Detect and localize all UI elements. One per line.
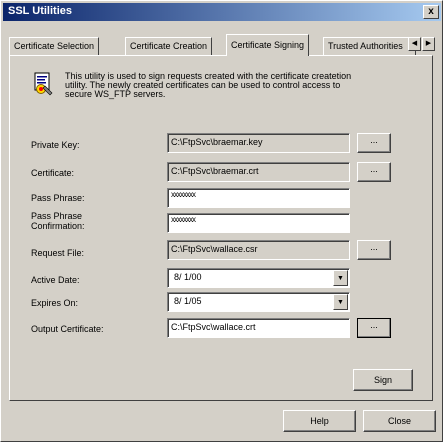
request-file-field: C:\FtpSvc\wallace.csr	[167, 240, 350, 260]
info-description: This utility is used to sign requests cr…	[65, 71, 352, 99]
help-button[interactable]: Help	[283, 410, 356, 432]
certificate-label: Certificate:	[31, 168, 75, 178]
active-date-label: Active Date:	[31, 275, 80, 285]
expires-on-select[interactable]: 8/ 1/05 ▼	[167, 292, 350, 312]
tab-trusted-authorities[interactable]: Trusted Authorities	[323, 37, 416, 55]
certificate-sign-icon	[34, 72, 53, 96]
pass-phrase-confirmation-label-line1: Pass Phrase	[31, 211, 83, 221]
active-date-select[interactable]: 8/ 1/00 ▼	[167, 268, 350, 288]
close-button[interactable]: Close	[363, 410, 436, 432]
private-key-field: C:\FtpSvc\braemar.key	[167, 133, 350, 153]
pass-phrase-confirmation-label: Pass Phrase Confirmation:	[31, 211, 85, 231]
request-file-label: Request File:	[31, 248, 85, 258]
window-title: SSL Utilities	[8, 5, 72, 17]
private-key-browse-button[interactable]: ...	[357, 133, 391, 153]
pass-phrase-label: Pass Phrase:	[31, 193, 85, 203]
pass-phrase-input[interactable]: xxxxxxxx	[167, 188, 350, 208]
tab-certificate-signing[interactable]: Certificate Signing	[226, 34, 310, 56]
close-icon[interactable]: x	[423, 5, 439, 19]
request-file-browse-button[interactable]: ...	[357, 240, 391, 260]
tab-scroll-left-icon[interactable]: ◀	[408, 37, 421, 51]
chevron-down-icon[interactable]: ▼	[333, 294, 348, 310]
title-bar[interactable]: SSL Utilities x	[3, 3, 441, 21]
pass-phrase-confirmation-input[interactable]: xxxxxxxx	[167, 213, 350, 233]
tab-scroll-right-icon[interactable]: ▶	[422, 37, 435, 51]
output-certificate-input[interactable]: C:\FtpSvc\wallace.crt	[167, 318, 350, 338]
output-certificate-label: Output Certificate:	[31, 324, 104, 334]
private-key-label: Private Key:	[31, 140, 80, 150]
tab-certificate-selection[interactable]: Certificate Selection	[9, 37, 100, 55]
expires-on-value: 8/ 1/05	[174, 296, 202, 306]
chevron-down-icon[interactable]: ▼	[333, 270, 348, 286]
pass-phrase-confirmation-label-line2: Confirmation:	[31, 221, 85, 231]
certificate-browse-button[interactable]: ...	[357, 162, 391, 182]
active-date-value: 8/ 1/00	[174, 272, 202, 282]
expires-on-label: Expires On:	[31, 298, 79, 308]
tab-certificate-creation[interactable]: Certificate Creation	[125, 37, 213, 55]
sign-button[interactable]: Sign	[353, 369, 413, 391]
certificate-field: C:\FtpSvc\braemar.crt	[167, 162, 350, 182]
output-certificate-browse-button[interactable]: ...	[357, 318, 391, 338]
